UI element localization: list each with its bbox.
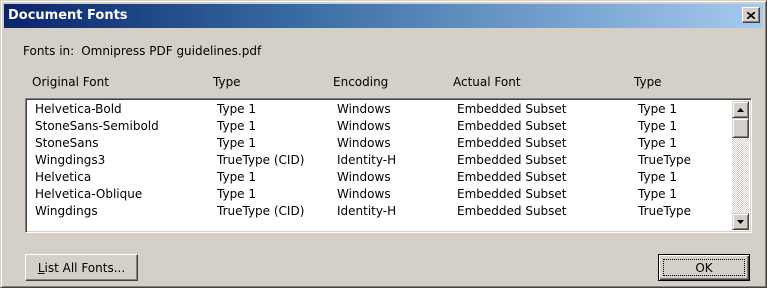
scroll-down-button[interactable] xyxy=(732,213,749,230)
cell-actual-font: Embedded Subset xyxy=(457,204,567,218)
cell-actual-type: Type 1 xyxy=(638,170,678,184)
list-all-fonts-button[interactable]: List All Fonts... xyxy=(25,254,138,281)
cell-encoding: Windows xyxy=(337,170,391,184)
scroll-thumb[interactable] xyxy=(732,118,749,138)
cell-original-font: Helvetica-Oblique xyxy=(35,187,143,201)
cell-actual-font: Embedded Subset xyxy=(457,136,567,150)
cell-original-font: StoneSans xyxy=(35,136,99,150)
table-row[interactable]: Helvetica Type 1 Windows Embedded Subset Typ… xyxy=(28,169,731,186)
cell-actual-font: Embedded Subset xyxy=(457,170,567,184)
table-row[interactable]: Helvetica-Bold Type 1 Windows Embedded Subs… xyxy=(28,101,731,118)
arrow-down-icon xyxy=(737,219,744,224)
document-filename: Omnipress PDF guidelines.pdf xyxy=(81,44,262,58)
cell-original-font: Helvetica xyxy=(35,170,92,184)
column-header-actual-type: Type xyxy=(634,75,662,89)
cell-type: TrueType (CID) xyxy=(217,153,305,167)
fonts-list[interactable]: Helvetica-Bold Type 1 Windows Embedded Subs… xyxy=(25,98,752,233)
cell-type: Type 1 xyxy=(217,170,257,184)
column-header-original-font: Original Font xyxy=(32,75,109,89)
table-row[interactable]: Helvetica-Oblique Type 1 Windows Embedded S… xyxy=(28,186,731,203)
cell-actual-font: Embedded Subset xyxy=(457,187,567,201)
cell-actual-type: Type 1 xyxy=(638,102,678,116)
focus-rect xyxy=(663,259,745,276)
cell-actual-type: Type 1 xyxy=(638,187,678,201)
cell-actual-type: TrueType xyxy=(638,204,692,218)
close-button[interactable] xyxy=(742,7,760,23)
list-all-fonts-label: ist All Fonts... xyxy=(44,260,126,275)
column-header-type: Type xyxy=(213,75,241,89)
column-header-encoding: Encoding xyxy=(333,75,389,89)
column-header-actual-font: Actual Font xyxy=(453,75,521,89)
cell-type: TrueType (CID) xyxy=(217,204,305,218)
cell-actual-type: Type 1 xyxy=(638,136,678,150)
window-title: Document Fonts xyxy=(8,8,128,23)
cell-encoding: Windows xyxy=(337,187,391,201)
cell-type: Type 1 xyxy=(217,187,257,201)
table-row[interactable]: Wingdings3 TrueType (CID) Identity-H Embedd… xyxy=(28,152,731,169)
cell-encoding: Identity-H xyxy=(337,204,397,218)
close-icon xyxy=(747,11,755,19)
cell-actual-font: Embedded Subset xyxy=(457,102,567,116)
cell-encoding: Windows xyxy=(337,102,391,116)
vertical-scrollbar[interactable] xyxy=(732,101,749,230)
cell-type: Type 1 xyxy=(217,136,257,150)
cell-actual-font: Embedded Subset xyxy=(457,119,567,133)
cell-original-font: StoneSans-Semibold xyxy=(35,119,159,133)
fonts-in-label: Fonts in: xyxy=(23,44,75,58)
table-row[interactable]: StoneSans Type 1 Windows Embedded Subset Typ… xyxy=(28,135,731,152)
cell-type: Type 1 xyxy=(217,119,257,133)
cell-original-font: Wingdings xyxy=(35,204,98,218)
cell-original-font: Helvetica-Bold xyxy=(35,102,122,116)
cell-actual-type: Type 1 xyxy=(638,119,678,133)
cell-original-font: Wingdings3 xyxy=(35,153,106,167)
cell-encoding: Windows xyxy=(337,136,391,150)
fonts-in-line: Fonts in: Omnipress PDF guidelines.pdf xyxy=(23,44,261,58)
cell-encoding: Identity-H xyxy=(337,153,397,167)
table-row[interactable]: Wingdings TrueType (CID) Identity-H Embedde… xyxy=(28,203,731,220)
scroll-up-button[interactable] xyxy=(732,101,749,118)
document-fonts-dialog: Document Fonts Fonts in: Omnipress PDF gu… xyxy=(0,0,767,288)
ok-button[interactable]: OK xyxy=(658,254,750,281)
list-all-fonts-accel: L xyxy=(37,260,45,275)
title-bar[interactable]: Document Fonts xyxy=(4,4,763,28)
cell-encoding: Windows xyxy=(337,119,391,133)
table-row[interactable]: StoneSans-Semibold Type 1 Windows Embedded … xyxy=(28,118,731,135)
fonts-list-rows: Helvetica-Bold Type 1 Windows Embedded Subs… xyxy=(28,101,731,230)
cell-actual-type: TrueType xyxy=(638,153,692,167)
cell-actual-font: Embedded Subset xyxy=(457,153,567,167)
cell-type: Type 1 xyxy=(217,102,257,116)
arrow-up-icon xyxy=(737,107,744,112)
